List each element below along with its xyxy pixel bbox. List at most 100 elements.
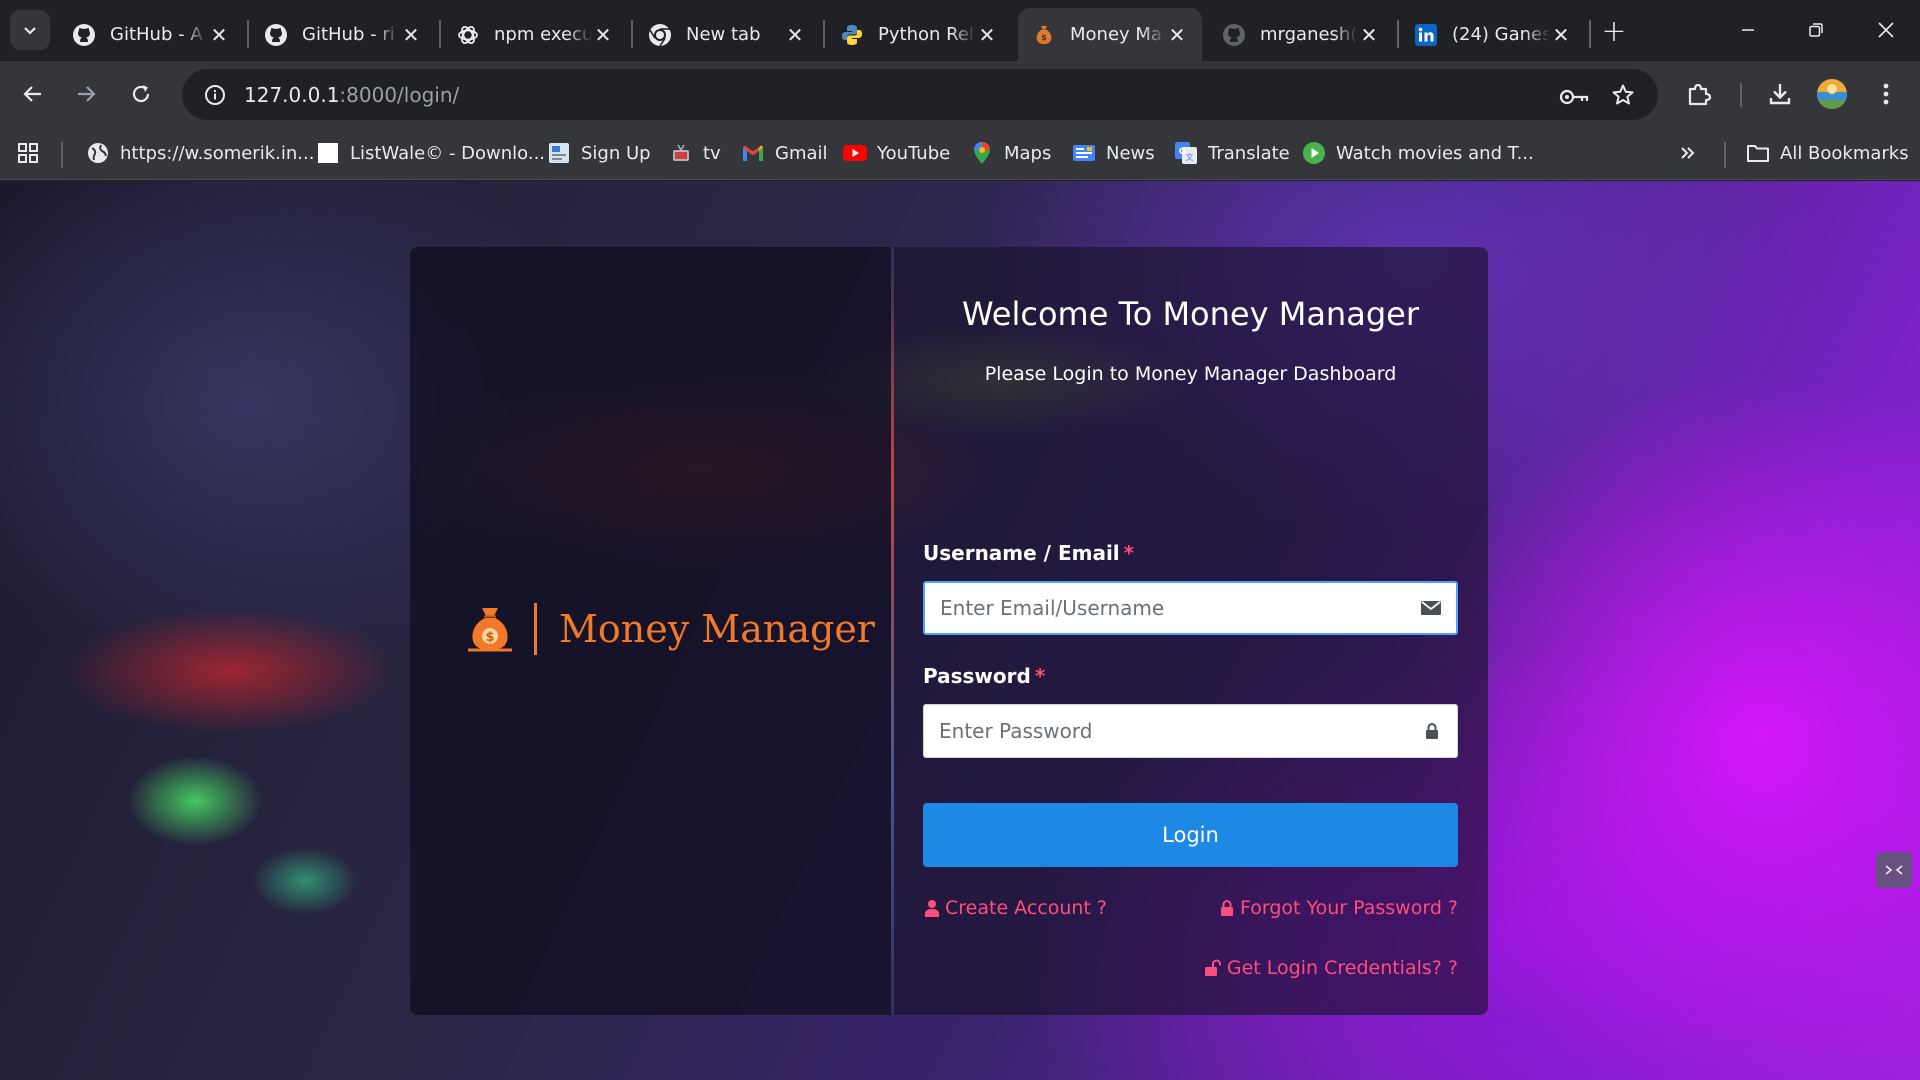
bookmark-watch-movies[interactable]: Watch movies and T... <box>1302 136 1534 170</box>
bookmark-maps[interactable]: Maps <box>970 136 1051 170</box>
create-account-link[interactable]: Create Account ? <box>923 897 1107 919</box>
close-icon[interactable]: ✕ <box>1358 23 1380 47</box>
maps-icon <box>970 141 994 165</box>
close-icon[interactable]: ✕ <box>1550 23 1572 47</box>
tab-separator <box>1589 20 1591 48</box>
close-icon[interactable]: ✕ <box>592 23 614 47</box>
collapse-arrows-icon <box>1885 865 1903 875</box>
forward-button[interactable] <box>64 72 108 116</box>
tab-separator <box>1397 20 1399 48</box>
apps-grid-button[interactable] <box>16 136 50 170</box>
bookmark-label: YouTube <box>877 142 951 164</box>
url-host: 127.0.0.1 <box>244 82 340 107</box>
all-bookmarks-button[interactable]: All Bookmarks <box>1746 136 1909 170</box>
tab-github-a[interactable]: GitHub - A ✕ <box>58 8 244 61</box>
password-label: Password * <box>923 664 1045 688</box>
bookmark-label: https://w.somerik.in... <box>120 142 315 164</box>
site-info-icon[interactable] <box>190 84 240 106</box>
tab-linkedin[interactable]: (24) Ganes ✕ <box>1400 8 1586 61</box>
arrow-right-icon <box>78 86 96 102</box>
tab-title: GitHub - A <box>110 24 203 45</box>
bookmark-label: Sign Up <box>581 142 651 164</box>
tab-mrganesh-github[interactable]: mrganesh( ✕ <box>1208 8 1394 61</box>
brand-panel: $ Money Manager <box>410 247 891 1015</box>
browser-menu-button[interactable] <box>1864 72 1908 116</box>
bookmark-sign-up[interactable]: Sign Up <box>547 136 651 170</box>
chatgpt-icon <box>456 23 480 47</box>
required-mark: * <box>1034 664 1046 688</box>
create-account-text: Create Account ? <box>945 897 1108 919</box>
tab-title: (24) Ganes <box>1452 24 1550 45</box>
minimize-button[interactable] <box>1726 10 1770 50</box>
tab-separator <box>247 20 249 48</box>
close-icon[interactable]: ✕ <box>208 23 230 47</box>
brand: $ Money Manager <box>466 603 875 655</box>
tab-title: GitHub - ri <box>302 24 395 45</box>
login-subtitle: Please Login to Money Manager Dashboard <box>984 363 1397 385</box>
tab-search-button[interactable] <box>10 10 50 50</box>
bookmarks-overflow-button[interactable] <box>1676 136 1710 170</box>
side-panel-toggle[interactable] <box>1876 852 1912 888</box>
password-label-text: Password <box>923 664 1031 688</box>
tab-money-manager[interactable]: $ Money Ma ✕ <box>1018 8 1202 61</box>
tab-title: npm execu <box>494 24 592 45</box>
extensions-button[interactable] <box>1677 72 1721 116</box>
password-field[interactable] <box>923 704 1458 758</box>
password-key-icon[interactable] <box>1558 81 1590 113</box>
bookmark-translate[interactable]: G文 Translate <box>1174 136 1290 170</box>
close-icon[interactable]: ✕ <box>400 23 422 47</box>
tab-separator <box>823 20 825 48</box>
back-button[interactable] <box>11 72 55 116</box>
tv-icon <box>669 141 693 165</box>
profile-avatar[interactable] <box>1810 72 1854 116</box>
svg-text:文: 文 <box>1186 152 1194 162</box>
address-url[interactable]: 127.0.0.1:8000/login/ <box>244 83 459 107</box>
toolbar-divider <box>1740 83 1742 107</box>
apps-grid-icon <box>16 141 40 165</box>
bookmark-label: ListWale© - Downlo... <box>350 142 546 164</box>
bookmark-youtube[interactable]: YouTube <box>843 136 950 170</box>
github-icon <box>1222 23 1246 47</box>
user-icon <box>923 898 941 918</box>
brand-divider <box>534 603 537 655</box>
chrome-icon <box>648 23 672 47</box>
arrow-left-icon <box>23 86 41 102</box>
restore-button[interactable] <box>1794 10 1838 50</box>
reload-button[interactable] <box>119 72 163 116</box>
password-input[interactable] <box>924 705 1407 757</box>
envelope-icon <box>1406 600 1456 616</box>
bookmark-listwale[interactable]: ListWale© - Downlo... <box>316 136 545 170</box>
username-field[interactable] <box>923 581 1458 635</box>
lock-icon <box>1218 898 1236 918</box>
tab-python-release[interactable]: Python Rel ✕ <box>826 8 1012 61</box>
get-credentials-link[interactable]: Get Login Credentials? ? <box>1203 957 1458 979</box>
login-button[interactable]: Login <box>923 803 1458 867</box>
tab-github-ri[interactable]: GitHub - ri ✕ <box>250 8 436 61</box>
bookmark-tv[interactable]: tv <box>669 136 721 170</box>
gmail-icon <box>741 141 765 165</box>
bookmark-star-icon[interactable] <box>1607 79 1639 111</box>
bookmark-separator <box>61 142 63 168</box>
bookmark-gmail[interactable]: Gmail <box>741 136 828 170</box>
address-bar[interactable]: 127.0.0.1:8000/login/ <box>182 69 1658 120</box>
tab-title: Money Ma <box>1070 24 1162 45</box>
new-tab-button[interactable]: + <box>1597 14 1631 49</box>
close-icon[interactable]: ✕ <box>1166 23 1188 47</box>
browser-toolbar: 127.0.0.1:8000/login/ <box>0 61 1920 128</box>
restore-icon <box>1809 23 1823 37</box>
forgot-password-link[interactable]: Forgot Your Password ? <box>1218 897 1458 919</box>
close-window-button[interactable] <box>1864 10 1908 50</box>
tab-npm-exec[interactable]: npm execu ✕ <box>442 8 628 61</box>
youtube-icon <box>843 141 867 165</box>
bookmark-news[interactable]: News <box>1072 136 1155 170</box>
bookmark-label: News <box>1106 142 1155 164</box>
close-icon[interactable]: ✕ <box>784 23 806 47</box>
bookmark-somerik[interactable]: https://w.somerik.in... <box>86 136 314 170</box>
bookmark-label: Maps <box>1004 142 1052 164</box>
username-input[interactable] <box>925 583 1406 633</box>
downloads-button[interactable] <box>1758 72 1802 116</box>
tab-new-tab[interactable]: New tab ✕ <box>634 8 820 61</box>
tab-title: New tab <box>686 24 761 45</box>
sign-up-icon <box>547 141 571 165</box>
close-icon[interactable]: ✕ <box>976 23 998 47</box>
